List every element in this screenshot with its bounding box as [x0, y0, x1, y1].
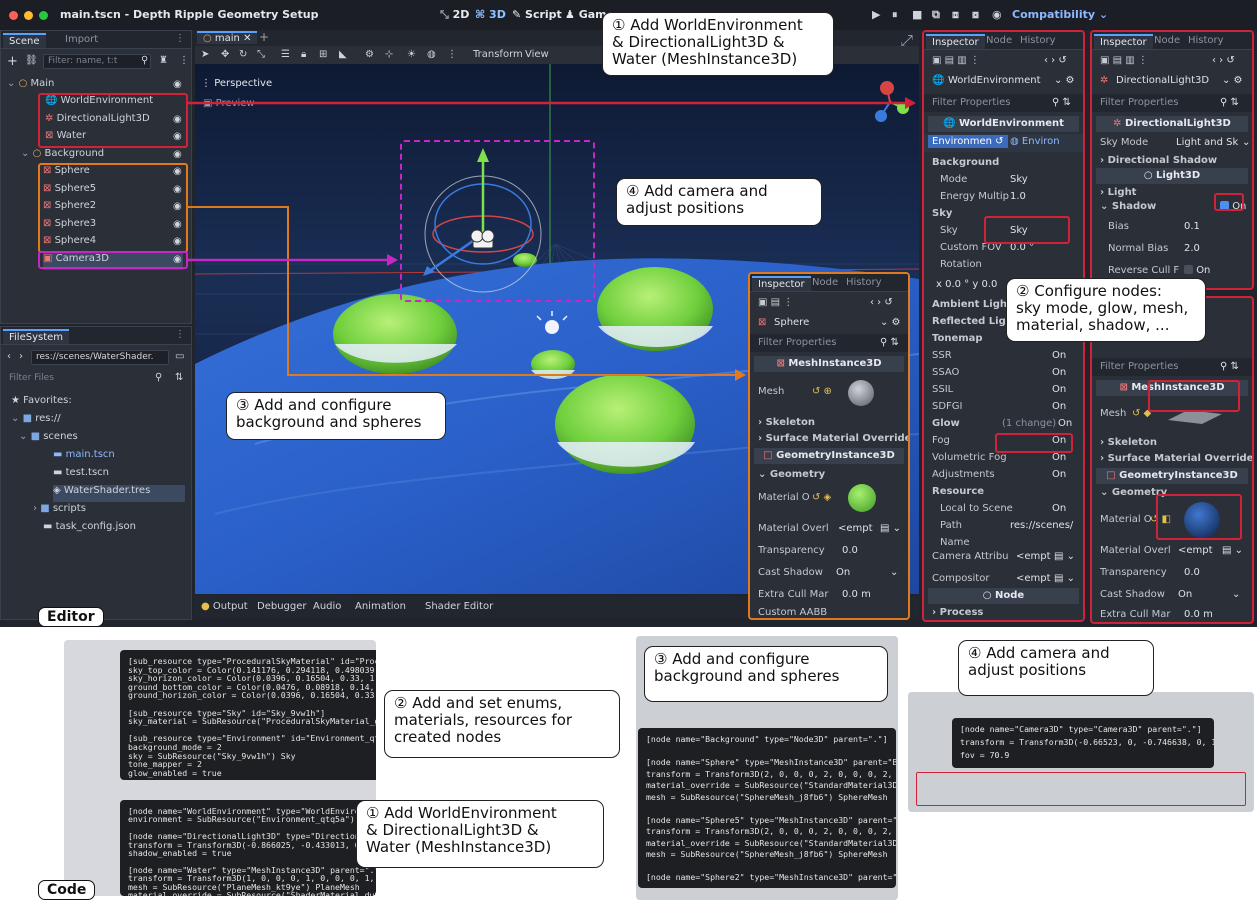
code-line: [node name="Camera3D" type="Camera3D" pa…	[960, 724, 1202, 734]
code-line: transform = Transform3D(2, 0, 0, 0, 2, 0…	[646, 768, 896, 779]
code-line: glow_enabled = true	[128, 767, 222, 778]
callout-text: ① Add WorldEnvironment & DirectionalLigh…	[612, 16, 803, 68]
callout-text: ① Add WorldEnvironment & DirectionalLigh…	[366, 804, 557, 856]
code-line: material_override = SubResource("Standar…	[646, 780, 896, 790]
code-line: [node name="Sphere5" type="MeshInstance3…	[646, 814, 896, 825]
callout-text: ④ Add camera and adjust positions	[626, 182, 768, 217]
code-line: material_override = SubResource("Standar…	[646, 837, 896, 848]
code-panel-left: [sub_resource type="ProceduralSkyMateria…	[64, 640, 376, 896]
code-snippet-resources: [sub_resource type="ProceduralSkyMateria…	[120, 650, 376, 780]
callout-step4-editor: ④ Add camera and adjust positions	[616, 178, 822, 226]
callout-step1-code: ① Add WorldEnvironment & DirectionalLigh…	[356, 800, 604, 868]
code-line: [node name="Sphere" type="MeshInstance3D…	[646, 757, 896, 767]
callout-text: ③ Add and configure background and spher…	[654, 650, 840, 685]
code-line: [node name="Sphere2" type="MeshInstance3…	[646, 872, 896, 882]
code-line: mesh = SubResource("SphereMesh_j8fb6") S…	[646, 791, 888, 802]
code-line: shadow_enabled = true	[128, 848, 232, 858]
arrow-step3	[188, 206, 746, 381]
code-line: environment = SubResource("Environment_q…	[128, 814, 376, 825]
callout-step3-code: ③ Add and configure background and spher…	[644, 646, 888, 702]
code-line: fov = 70.9	[960, 750, 1010, 760]
arrow-step1	[188, 97, 916, 109]
code-line: [node name="Background" type="Node3D" pa…	[646, 734, 888, 744]
callout-text: ④ Add camera and adjust positions	[968, 644, 1110, 679]
section-label-editor: Editor	[38, 607, 104, 627]
godot-editor-window: main.tscn - Depth Ripple Geometry Setup …	[0, 0, 1257, 627]
callout-step4-code: ④ Add camera and adjust positions	[958, 640, 1154, 696]
code-line: transform = Transform3D(-0.66523, 0, -0.…	[960, 737, 1214, 747]
callout-text: ③ Add and configure background and spher…	[236, 396, 422, 431]
code-snippet-spheres: [node name="Background" type="Node3D" pa…	[638, 728, 896, 888]
code-snippet-nodes: [node name="WorldEnvironment" type="Worl…	[120, 800, 376, 896]
code-line: transform = Transform3D(2, 0, 0, 0, 2, 0…	[646, 826, 896, 836]
figure-root: main.tscn - Depth Ripple Geometry Setup …	[0, 0, 1257, 905]
code-line: mesh = SubResource("SphereMesh_j8fb6") S…	[646, 849, 888, 859]
code-snippet-camera: [node name="Camera3D" type="Camera3D" pa…	[952, 718, 1214, 768]
callout-text: ② Add and set enums, materials, resource…	[394, 694, 573, 746]
callout-step2-editor: ② Configure nodes: sky mode, glow, mesh,…	[1006, 278, 1206, 342]
code-line: material_override = SubResource("ShaderM…	[128, 890, 376, 896]
code-line: sky_material = SubResource("ProceduralSk…	[128, 716, 376, 727]
section-label-code: Code	[38, 880, 96, 900]
arrow-step4	[188, 254, 398, 266]
callout-text: ② Configure nodes: sky mode, glow, mesh,…	[1016, 282, 1189, 334]
callout-step3-editor: ③ Add and configure background and spher…	[226, 392, 446, 440]
code-panel-right: [node name="Camera3D" type="Camera3D" pa…	[908, 692, 1254, 812]
callout-step2-code: ② Add and set enums, materials, resource…	[384, 690, 620, 758]
callout-step1-editor: ① Add WorldEnvironment & DirectionalLigh…	[602, 12, 834, 76]
highlight-camera-code	[916, 772, 1246, 806]
code-line: ground_horizon_color = Color(0.0396, 0.1…	[128, 690, 376, 701]
